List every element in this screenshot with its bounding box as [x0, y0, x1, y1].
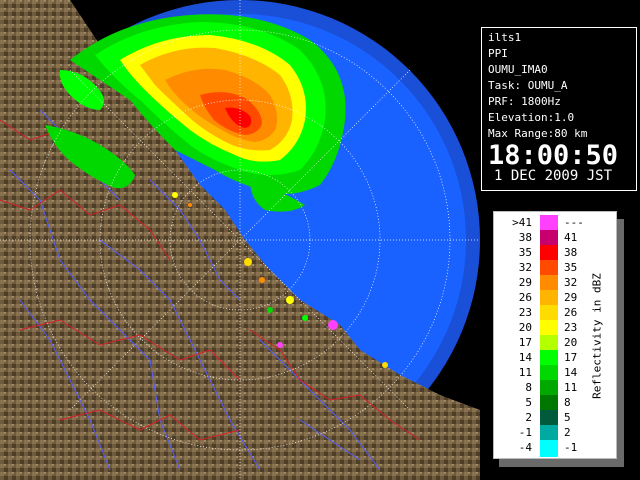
legend-high-value: 14	[564, 366, 578, 379]
legend-low-value: 5	[525, 396, 532, 409]
legend-high-value: 8	[564, 396, 571, 409]
radar-name: ilts1	[488, 31, 522, 44]
legend-low-value: 38	[518, 231, 532, 244]
legend-high-value: 26	[564, 306, 578, 319]
legend-low-value: -4	[518, 441, 532, 454]
legend-high-value: 2	[564, 426, 571, 439]
max-range-label: Max Range:80 km	[488, 127, 588, 140]
legend-high-value: 23	[564, 321, 578, 334]
legend-high-value: 35	[564, 261, 578, 274]
legend-row: -4 -1	[494, 440, 618, 457]
scan-time: 18:00:50	[488, 140, 619, 171]
legend-low-value: 2	[525, 411, 532, 424]
legend-high-value: 5	[564, 411, 571, 424]
legend-low-value: -1	[518, 426, 532, 439]
reflectivity-legend: >41 --- 38 41 35 38 32 35 29 32 26 29 23 26 20 23 17 20 14…	[493, 211, 617, 459]
scan-mode: PPI	[488, 47, 508, 60]
legend-low-value: 26	[518, 291, 532, 304]
legend-high-value: -1	[564, 441, 578, 454]
legend-high-value: 11	[564, 381, 578, 394]
info-panel: ilts1 PPI OUMU_IMA0 Task: OUMU_A PRF: 18…	[481, 27, 637, 191]
legend-low-value: 11	[518, 366, 532, 379]
legend-low-value: 8	[525, 381, 532, 394]
legend-color-swatch	[540, 440, 558, 457]
legend-low-value: >41	[512, 216, 532, 229]
legend-low-value: 17	[518, 336, 532, 349]
legend-high-value: ---	[564, 216, 584, 229]
prf-label: PRF: 1800Hz	[488, 95, 561, 108]
legend-high-value: 29	[564, 291, 578, 304]
product-name: OUMU_IMA0	[488, 63, 548, 76]
legend-high-value: 17	[564, 351, 578, 364]
legend-low-value: 20	[518, 321, 532, 334]
legend-low-value: 35	[518, 246, 532, 259]
legend-low-value: 29	[518, 276, 532, 289]
legend-high-value: 32	[564, 276, 578, 289]
legend-low-value: 14	[518, 351, 532, 364]
legend-high-value: 38	[564, 246, 578, 259]
task-label: Task: OUMU_A	[488, 79, 568, 92]
elevation-label: Elevation:1.0	[488, 111, 575, 124]
legend-title: Reflectivity in dBZ	[590, 273, 604, 399]
legend-high-value: 41	[564, 231, 578, 244]
legend-low-value: 23	[518, 306, 532, 319]
legend-high-value: 20	[564, 336, 578, 349]
radar-ppi-map[interactable]	[0, 0, 480, 480]
scan-date: 1 DEC 2009 JST	[494, 168, 613, 184]
legend-low-value: 32	[518, 261, 532, 274]
